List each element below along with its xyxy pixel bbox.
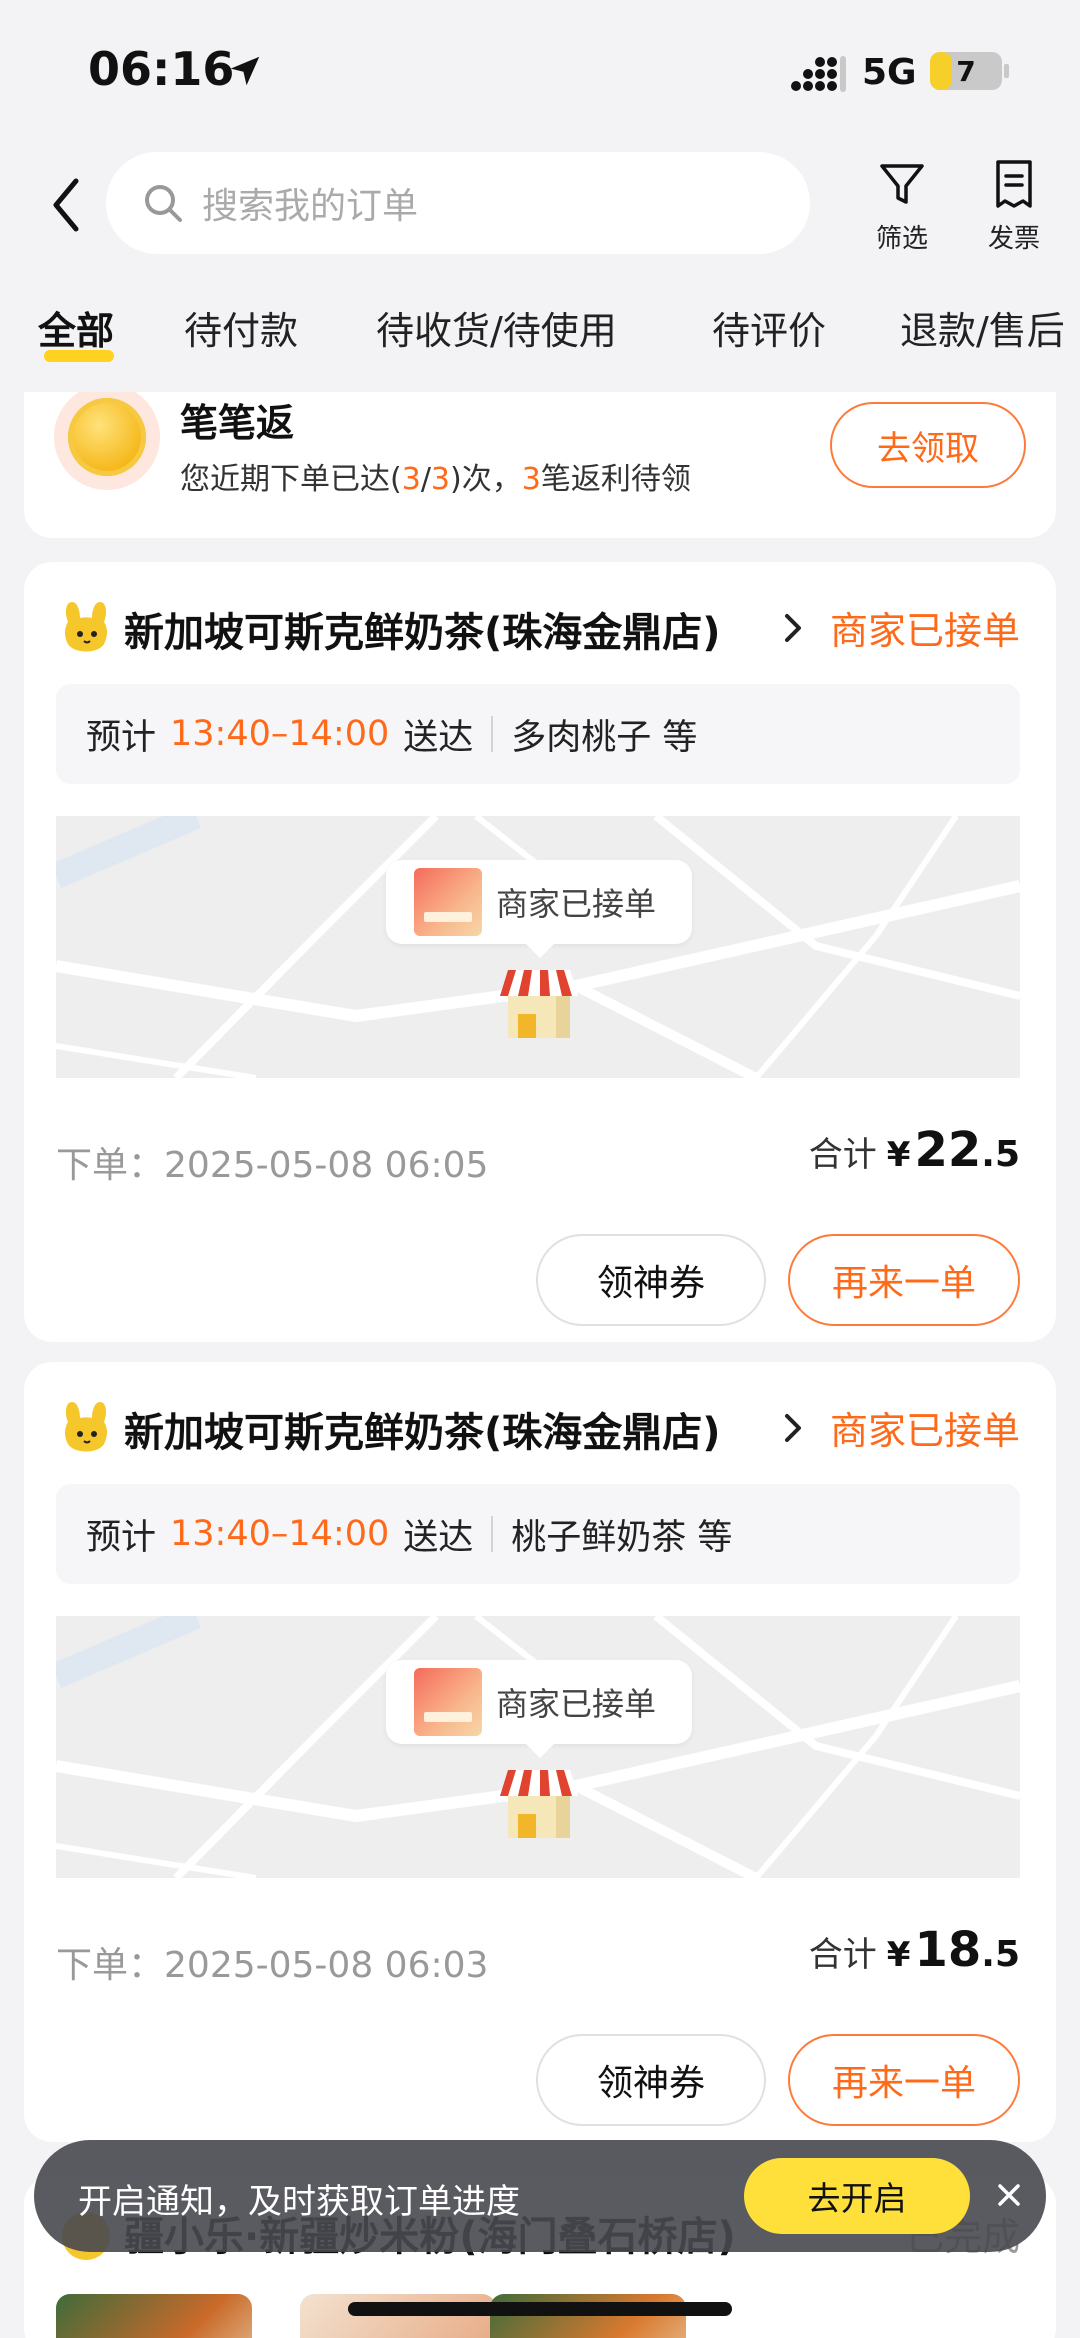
reorder-button[interactable]: 再来一单 bbox=[788, 2034, 1020, 2126]
delivery-map[interactable]: 商家已接单 bbox=[56, 816, 1020, 1078]
store-icon bbox=[500, 1770, 578, 1838]
tab-all[interactable]: 全部 bbox=[38, 300, 114, 355]
home-indicator[interactable] bbox=[348, 2302, 732, 2316]
currency-symbol: ¥ bbox=[886, 1935, 911, 1975]
order-card[interactable]: 新加坡可斯克鲜奶茶(珠海金鼎店) 商家已接单 预计 13:40–14:00 送达… bbox=[24, 1362, 1056, 2142]
order-card[interactable]: 新加坡可斯克鲜奶茶(珠海金鼎店) 商家已接单 预计 13:40–14:00 送达… bbox=[24, 562, 1056, 1342]
order-status: 商家已接单 bbox=[829, 1409, 1020, 1453]
search-placeholder: 搜索我的订单 bbox=[202, 186, 419, 227]
coin-icon bbox=[54, 392, 160, 490]
total-label: 合计 bbox=[808, 1135, 877, 1175]
network-type: 5G bbox=[862, 52, 917, 93]
order-status: 商家已接单 bbox=[829, 609, 1020, 653]
order-time: 下单：2025-05-08 06:03 bbox=[56, 1945, 489, 1986]
rebate-pending: 3 bbox=[521, 462, 541, 497]
eta-suffix: 送达 bbox=[403, 1517, 474, 1558]
store-icon bbox=[500, 970, 578, 1038]
chevron-right-icon bbox=[785, 1414, 801, 1442]
bunny-logo-icon bbox=[65, 602, 107, 652]
tab-refund[interactable]: 退款/售后 bbox=[900, 300, 1065, 355]
shop-name[interactable]: 新加坡可斯克鲜奶茶(珠海金鼎店) bbox=[124, 1400, 790, 1458]
eta-prefix: 预计 bbox=[86, 1517, 157, 1558]
toast-text: 开启通知，及时获取订单进度 bbox=[78, 2182, 520, 2222]
filter-button[interactable]: 筛选 bbox=[852, 158, 952, 255]
product-thumbnail bbox=[414, 868, 482, 936]
order-tabs: 全部 待付款 待收货/待使用 待评价 退款/售后 bbox=[0, 290, 1080, 380]
funnel-icon bbox=[880, 164, 924, 204]
signal-icon bbox=[791, 56, 846, 92]
bunny-logo-icon bbox=[65, 1402, 107, 1452]
chevron-right-icon bbox=[785, 614, 801, 642]
map-status-bubble: 商家已接单 bbox=[386, 860, 692, 944]
order-total: 合计 ¥ 18 .5 bbox=[809, 1922, 1020, 1978]
total-decimal: .5 bbox=[981, 1934, 1020, 1975]
status-time: 06:16 bbox=[88, 42, 235, 96]
currency-symbol: ¥ bbox=[886, 1135, 911, 1175]
eta-time: 13:40–14:00 bbox=[170, 1514, 390, 1554]
battery-level: 7 bbox=[956, 54, 976, 88]
tab-pending-review[interactable]: 待评价 bbox=[712, 300, 826, 355]
back-chevron-icon bbox=[53, 178, 79, 232]
order-items: 多肉桃子 等 bbox=[511, 717, 698, 758]
total-integer: 22 bbox=[914, 1122, 982, 1178]
product-thumbnail bbox=[300, 2294, 496, 2338]
filter-label: 筛选 bbox=[875, 224, 928, 254]
eta-box: 预计 13:40–14:00 送达 桃子鲜奶茶 等 bbox=[56, 1484, 1020, 1584]
battery-cap bbox=[1004, 64, 1009, 78]
receipt-icon bbox=[996, 160, 1032, 208]
reorder-button[interactable]: 再来一单 bbox=[788, 1234, 1020, 1326]
product-thumbnail bbox=[56, 2294, 252, 2338]
rebate-card: 笔笔返 您近期下单已达(3/3)次，3笔返利待领 去领取 bbox=[24, 392, 1056, 538]
eta-time: 13:40–14:00 bbox=[170, 714, 390, 754]
battery-icon: 7 bbox=[930, 52, 1002, 90]
order-total: 合计 ¥ 22 .5 bbox=[809, 1122, 1020, 1178]
invoice-button[interactable]: 发票 bbox=[964, 158, 1064, 255]
coupon-button[interactable]: 领神券 bbox=[536, 1234, 766, 1326]
status-bar: 06:16 5G 7 bbox=[0, 0, 1080, 140]
eta-suffix: 送达 bbox=[403, 717, 474, 758]
rebate-desc: 您近期下单已达(3/3)次，3笔返利待领 bbox=[180, 462, 691, 497]
order-items: 桃子鲜奶茶 等 bbox=[511, 1517, 733, 1558]
eta-prefix: 预计 bbox=[86, 717, 157, 758]
claim-button[interactable]: 去领取 bbox=[830, 402, 1026, 488]
order-time: 下单：2025-05-08 06:05 bbox=[56, 1145, 489, 1186]
notification-toast: 开启通知，及时获取订单进度 去开启 bbox=[34, 2140, 1046, 2252]
shop-name[interactable]: 新加坡可斯克鲜奶茶(珠海金鼎店) bbox=[124, 600, 790, 658]
map-status-bubble: 商家已接单 bbox=[386, 1660, 692, 1744]
total-decimal: .5 bbox=[981, 1134, 1020, 1175]
map-status-label: 商家已接单 bbox=[496, 1685, 657, 1723]
delivery-map[interactable]: 商家已接单 bbox=[56, 1616, 1020, 1878]
close-icon[interactable] bbox=[986, 2172, 1032, 2218]
rebate-title: 笔笔返 bbox=[180, 401, 295, 445]
product-thumbnail bbox=[490, 2294, 686, 2338]
product-thumbnail bbox=[414, 1668, 482, 1736]
enable-notification-button[interactable]: 去开启 bbox=[744, 2158, 970, 2234]
eta-divider bbox=[491, 1516, 494, 1552]
tab-indicator bbox=[44, 350, 114, 362]
total-integer: 18 bbox=[914, 1922, 982, 1978]
total-label: 合计 bbox=[808, 1935, 877, 1975]
rebate-count-done: 3 bbox=[401, 462, 421, 497]
back-button[interactable] bbox=[40, 170, 92, 240]
location-arrow-icon bbox=[230, 56, 260, 86]
eta-box: 预计 13:40–14:00 送达 多肉桃子 等 bbox=[56, 684, 1020, 784]
search-input[interactable]: 搜索我的订单 bbox=[106, 152, 810, 254]
coupon-button[interactable]: 领神券 bbox=[536, 2034, 766, 2126]
product-thumbnails bbox=[56, 2294, 1020, 2338]
tab-pending-receipt[interactable]: 待收货/待使用 bbox=[376, 300, 617, 355]
eta-divider bbox=[491, 716, 494, 752]
map-status-label: 商家已接单 bbox=[496, 885, 657, 923]
rebate-count-total: 3 bbox=[430, 462, 451, 497]
invoice-label: 发票 bbox=[987, 224, 1040, 254]
tab-pending-payment[interactable]: 待付款 bbox=[184, 300, 298, 355]
search-icon bbox=[145, 185, 182, 222]
